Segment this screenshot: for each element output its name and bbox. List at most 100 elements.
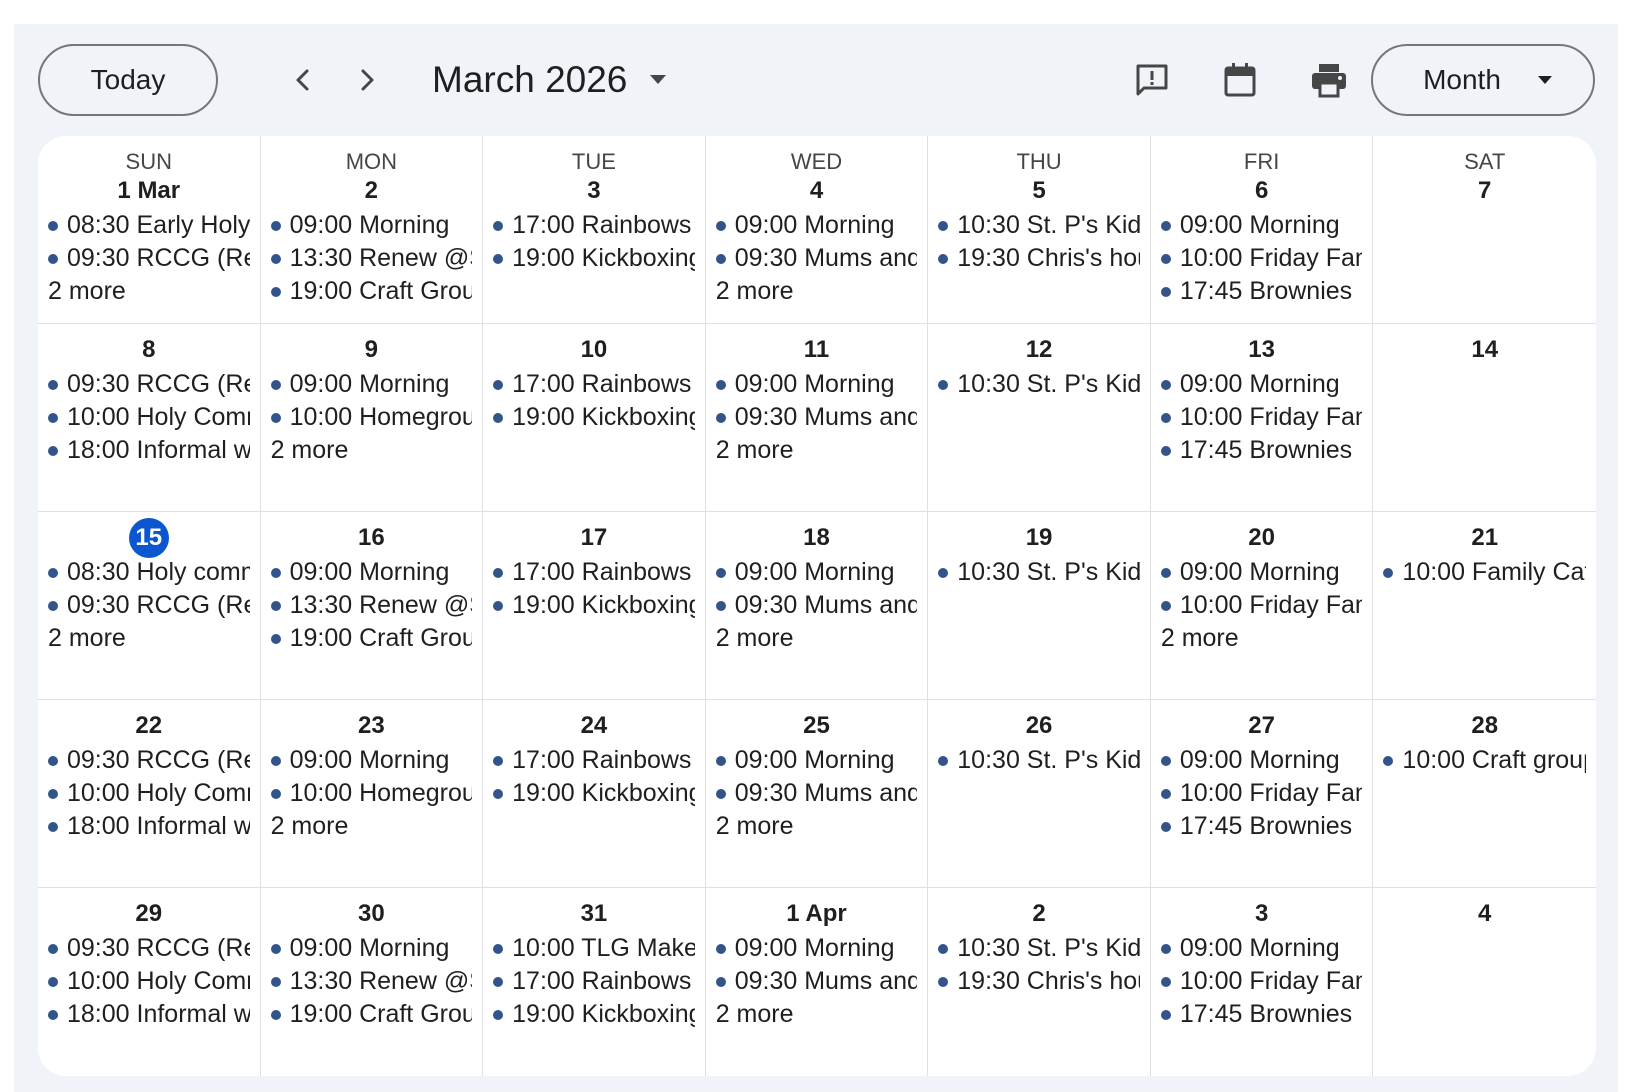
today-button[interactable]: Today [38,44,218,116]
event-chip[interactable]: 19:00 Kickboxing [493,777,695,810]
more-events-link[interactable]: 2 more [48,275,250,308]
date-number[interactable]: 30 [271,898,473,930]
event-chip[interactable]: 08:30 Early Holy Communion [48,209,250,242]
event-chip[interactable]: 09:30 RCCG (Redeemed) [48,932,250,965]
event-chip[interactable]: 09:00 Morning [1160,932,1363,965]
more-events-link[interactable]: 2 more [716,434,918,467]
more-events-link[interactable]: 2 more [271,434,473,467]
date-number[interactable]: 24 [493,710,695,742]
event-chip[interactable]: 09:00 Morning [270,556,473,589]
event-chip[interactable]: 09:30 RCCG (Redeemed) [48,368,250,401]
day-cell[interactable]: SAT 7 [1373,136,1596,324]
event-chip[interactable]: 10:00 Friday Fam [1160,242,1362,275]
event-chip[interactable]: 13:30 Renew @St [270,589,472,622]
event-chip[interactable]: 13:30 Renew @St [270,965,472,998]
previous-month-button[interactable] [277,54,329,106]
date-number[interactable]: 9 [271,334,473,366]
event-chip[interactable]: 10:00 Friday Fam [1160,777,1362,810]
day-cell[interactable]: 17 17:00 Rainbows 19:00 Kickboxing [483,512,706,700]
feedback-button[interactable] [1126,54,1178,106]
event-chip[interactable]: 10:00 Friday Fam [1160,589,1362,622]
event-chip[interactable]: 09:30 RCCG (Redeemed) [48,744,250,777]
view-selector[interactable]: Month [1371,44,1595,116]
event-chip[interactable]: 10:00 Friday Fam [1160,401,1362,434]
event-chip[interactable]: 10:00 Homegroup [270,777,472,810]
day-cell[interactable]: 21 10:00 Family Cafe [1373,512,1596,700]
event-chip[interactable]: 19:00 Kickboxing [493,998,695,1031]
event-chip[interactable]: 18:00 Informal worship [48,810,250,843]
event-chip[interactable]: 09:00 Morning [1160,744,1363,777]
day-cell[interactable]: 4 [1373,888,1596,1076]
day-cell[interactable]: 28 10:00 Craft group [1373,700,1596,888]
more-events-link[interactable]: 2 more [716,998,918,1031]
event-chip[interactable]: 10:30 St. P's Kids [938,744,1140,777]
date-number[interactable]: 18 [716,522,918,554]
date-number[interactable]: 12 [938,334,1140,366]
day-cell[interactable]: FRI 6 09:00 Morning 10:00 Friday Fam 17:45 B… [1150,136,1374,324]
date-number[interactable]: 7 [1383,175,1586,207]
date-number[interactable]: 29 [48,898,250,930]
date-number[interactable]: 22 [48,710,250,742]
event-chip[interactable]: 09:30 RCCG (Redeemed) [48,242,250,275]
day-cell[interactable]: 16 09:00 Morning 13:30 Renew @St 19:00 Craf… [260,512,484,700]
date-number[interactable]: 5 [938,175,1140,207]
event-chip[interactable]: 17:45 Brownies [1160,275,1363,308]
event-chip[interactable]: 09:00 Morning [270,744,473,777]
event-chip[interactable]: 09:30 Mums and [715,242,917,275]
day-cell[interactable]: 12 10:30 St. P's Kids [928,324,1151,512]
day-cell[interactable]: 11 09:00 Morning 09:30 Mums and 2 more [705,324,929,512]
date-number[interactable]: 4 [1383,898,1586,930]
day-cell[interactable]: 8 09:30 RCCG (Redeemed) 10:00 Holy Communi… [38,324,261,512]
date-number[interactable]: 21 [1383,522,1586,554]
event-chip[interactable]: 09:00 Morning [715,932,918,965]
date-number[interactable]: 25 [716,710,918,742]
day-cell[interactable]: 25 09:00 Morning 09:30 Mums and 2 more [705,700,929,888]
event-chip[interactable]: 09:30 Mums and [715,965,917,998]
event-chip[interactable]: 09:00 Morning [1160,209,1363,242]
event-chip[interactable]: 09:00 Morning [715,556,918,589]
event-chip[interactable]: 17:00 Rainbows [493,368,695,401]
event-chip[interactable]: 08:30 Holy communion [48,556,250,589]
day-cell[interactable]: 1 Apr 09:00 Morning 09:30 Mums and 2 more [706,888,929,1076]
date-number[interactable]: 6 [1161,175,1363,207]
date-number[interactable]: 3 [1161,898,1363,930]
event-chip[interactable]: 10:00 Holy Communion [48,965,250,998]
date-number[interactable]: 23 [271,710,473,742]
event-chip[interactable]: 09:00 Morning [1160,368,1363,401]
date-number[interactable]: 14 [1383,334,1586,366]
date-number[interactable]: 20 [1161,522,1363,554]
day-cell[interactable]: 22 09:30 RCCG (Redeemed) 10:00 Holy Commun… [38,700,261,888]
date-number[interactable]: 13 [1161,334,1363,366]
day-cell[interactable]: MON 2 09:00 Morning 13:30 Renew @St 19:00 Cr… [260,136,484,324]
event-chip[interactable]: 19:00 Craft Group [270,275,472,308]
day-cell[interactable]: 2 10:30 St. P's Kids 19:30 Chris's house [928,888,1151,1076]
event-chip[interactable]: 17:00 Rainbows [493,209,695,242]
event-chip[interactable]: 10:30 St. P's Kids [938,556,1140,589]
event-chip[interactable]: 09:00 Morning [715,368,918,401]
day-cell[interactable]: TUE 3 17:00 Rainbows 19:00 Kickboxing [483,136,706,324]
date-number[interactable]: 28 [1383,710,1586,742]
day-cell[interactable]: 19 10:30 St. P's Kids [928,512,1151,700]
day-cell[interactable]: 10 17:00 Rainbows 19:00 Kickboxing [483,324,706,512]
print-button[interactable] [1303,54,1355,106]
event-chip[interactable]: 10:00 Craft group [1383,744,1586,777]
event-chip[interactable]: 10:00 Holy Communion [48,777,250,810]
date-number[interactable]: 31 [493,898,695,930]
event-chip[interactable]: 19:00 Kickboxing [493,401,695,434]
event-chip[interactable]: 09:30 Mums and [715,401,917,434]
event-chip[interactable]: 19:30 Chris's house [938,965,1140,998]
next-month-button[interactable] [341,54,393,106]
day-cell[interactable]: 13 09:00 Morning 10:00 Friday Fam 17:45 Bro… [1150,324,1374,512]
date-number[interactable]: 19 [938,522,1140,554]
date-number[interactable]: 17 [493,522,695,554]
day-cell[interactable]: 18 09:00 Morning 09:30 Mums and 2 more [705,512,929,700]
date-number[interactable]: 10 [493,334,695,366]
day-cell[interactable]: 26 10:30 St. P's Kids [928,700,1151,888]
event-chip[interactable]: 09:00 Morning [715,744,918,777]
date-number[interactable]: 1 Apr [716,898,918,930]
event-chip[interactable]: 10:00 TLG Make [493,932,695,965]
calendar-button[interactable] [1214,54,1266,106]
event-chip[interactable]: 10:30 St. P's Kids [938,368,1140,401]
more-events-link[interactable]: 2 more [716,622,918,655]
event-chip[interactable]: 10:00 Family Cafe [1383,556,1586,589]
